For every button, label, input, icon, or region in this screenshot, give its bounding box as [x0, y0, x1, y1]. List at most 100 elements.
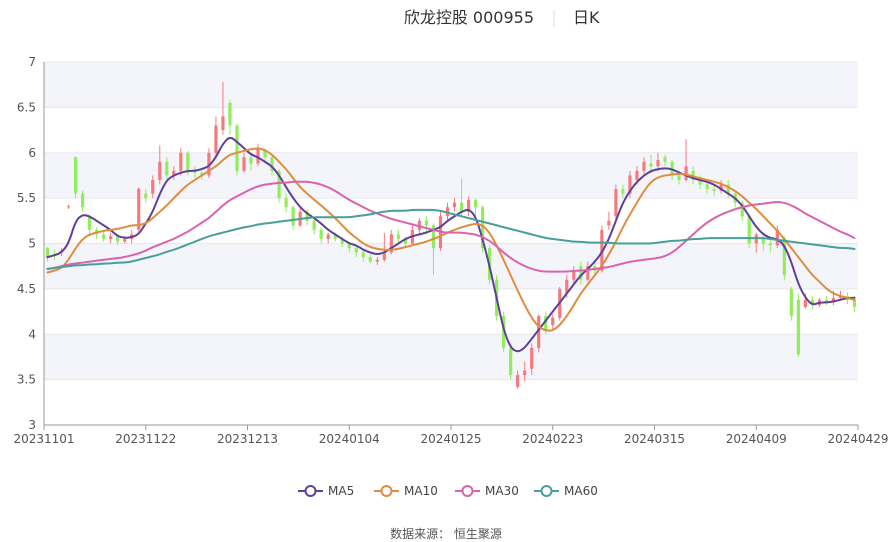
y-tick-label: 5.5: [17, 191, 36, 205]
y-tick-label: 7: [28, 55, 36, 69]
candle-20231220: [291, 205, 295, 230]
candle-body: [319, 229, 323, 239]
candle-body: [712, 189, 716, 191]
candle-20231226: [319, 227, 323, 244]
candle-20240301: [607, 211, 611, 230]
legend-item-ma10[interactable]: MA10: [374, 484, 438, 498]
legend-item-ma60[interactable]: MA60: [534, 484, 598, 498]
candle-body: [186, 152, 190, 171]
candle-body: [635, 170, 639, 180]
candle-20231227: [326, 232, 330, 244]
candle-body: [551, 317, 555, 326]
candle-body: [572, 270, 576, 280]
x-tick-label: 20231122: [115, 432, 176, 446]
candle-20240409: [782, 236, 786, 280]
candle-body: [123, 238, 127, 242]
candle-body: [424, 220, 429, 226]
grid-bands: [44, 62, 858, 380]
candle-body: [214, 125, 218, 153]
candle-body: [354, 248, 358, 253]
candle-body: [109, 236, 113, 239]
candle-body: [102, 234, 106, 239]
legend-item-ma5[interactable]: MA5: [298, 484, 354, 498]
candle-20240410: [789, 287, 793, 321]
legend-marker: [304, 485, 317, 497]
legend-label: MA30: [485, 484, 519, 498]
candle-body: [375, 259, 379, 262]
x-tick-label: 20240104: [319, 432, 380, 446]
x-tick-label: 20240429: [827, 432, 888, 446]
grid-band: [44, 334, 858, 380]
candle-20231113: [102, 230, 106, 242]
candle-body: [137, 189, 141, 230]
candle-20231208: [235, 123, 239, 176]
legend-item-ma30[interactable]: MA30: [455, 484, 519, 498]
candle-20240417: [824, 296, 829, 306]
candle-body: [66, 206, 71, 208]
candle-body: [663, 157, 667, 162]
legend: MA5 MA10 MA30 MA60: [298, 484, 598, 498]
candle-20231213: [256, 143, 260, 167]
candle-20240208: [537, 314, 541, 353]
candle-body: [291, 207, 295, 226]
candle-body: [852, 299, 857, 308]
candle-body: [73, 157, 78, 194]
y-axis-ticks: 3 3.5 4 4.5 5 5.5 6 6.5 7: [17, 55, 36, 432]
candle-body: [284, 198, 288, 208]
candle-body: [516, 375, 520, 387]
candle-20231221: [298, 207, 302, 228]
candle-body: [221, 116, 225, 131]
y-tick-label: 6.5: [17, 100, 36, 114]
candle-body: [649, 163, 653, 167]
x-tick-label: 20231101: [13, 432, 74, 446]
candle-body: [677, 175, 681, 180]
x-tick-label: 20231213: [217, 432, 278, 446]
candle-body: [45, 248, 50, 258]
candle-20231207: [228, 100, 232, 135]
candle-body: [249, 157, 253, 164]
candle-body: [656, 160, 660, 167]
grid-band: [44, 62, 858, 108]
x-axis-ticks: 20231101 20231122 20231213 20240104 20240125…: [13, 425, 889, 446]
candle-body: [761, 238, 765, 244]
candle-20231107: [73, 156, 78, 199]
chart-title: 欣龙控股 000955 日K: [404, 8, 600, 27]
candle-20240220: [551, 314, 555, 330]
legend-label: MA5: [328, 484, 354, 498]
grid-band: [44, 243, 858, 289]
candle-20240123: [452, 198, 457, 212]
candle-20231106: [66, 204, 71, 210]
candle-body: [642, 161, 646, 171]
y-tick-label: 4: [28, 327, 36, 341]
candle-20231205: [214, 116, 218, 158]
candle-body: [705, 184, 709, 190]
candle-20240126: [473, 198, 478, 217]
candle-body: [530, 347, 534, 369]
candle-body: [179, 152, 183, 171]
candle-body: [768, 243, 772, 246]
candle-body: [803, 299, 807, 308]
candle-20231123: [158, 145, 162, 185]
y-tick-label: 6: [28, 146, 36, 160]
candle-body: [361, 252, 365, 258]
candle-body: [158, 161, 162, 180]
candle-body: [796, 299, 800, 355]
y-tick-label: 4.5: [17, 282, 36, 296]
stock-title: 欣龙控股 000955: [404, 8, 534, 27]
candle-20231108: [80, 190, 85, 212]
candle-body: [242, 157, 246, 171]
y-tick-label: 3.5: [17, 373, 36, 387]
legend-marker: [380, 485, 393, 497]
legend-marker: [540, 485, 553, 497]
candle-body: [144, 193, 148, 199]
candle-20231114: [109, 232, 113, 244]
y-tick-label: 5: [28, 237, 36, 251]
candle-body: [235, 125, 239, 171]
candle-20240125: [466, 196, 471, 217]
candle-body: [684, 166, 688, 180]
candle-body: [151, 179, 155, 194]
legend-marker: [461, 485, 474, 497]
candle-body: [747, 216, 751, 244]
x-tick-label: 20240409: [726, 432, 787, 446]
candle-body: [607, 220, 611, 226]
